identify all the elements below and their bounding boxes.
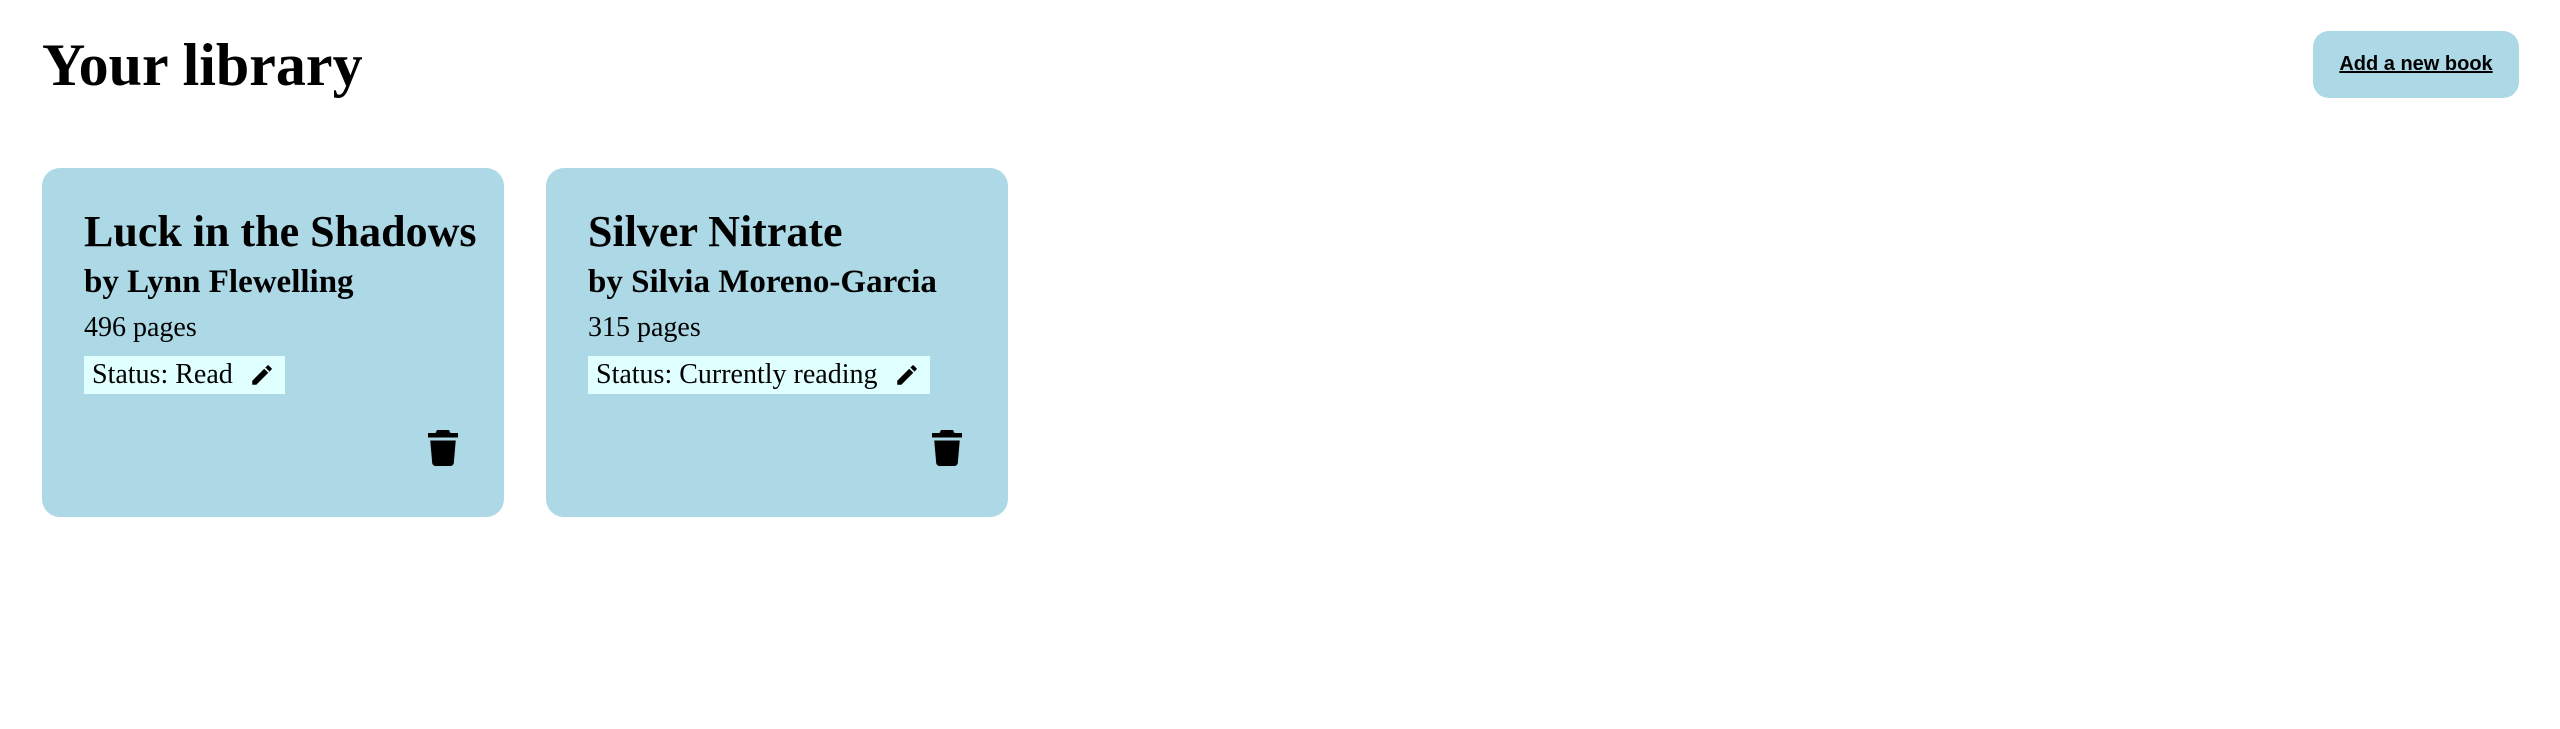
- pencil-icon[interactable]: [249, 362, 275, 388]
- book-author: by Silvia Moreno-Garcia: [588, 264, 937, 300]
- status-toggle[interactable]: Status: Currently reading: [588, 356, 930, 394]
- page-title: Your library: [42, 32, 363, 98]
- book-pages: 496 pages: [84, 312, 197, 343]
- trash-icon[interactable]: [428, 430, 458, 466]
- book-pages: 315 pages: [588, 312, 701, 343]
- book-title: Luck in the Shadows: [84, 207, 477, 256]
- status-toggle[interactable]: Status: Read: [84, 356, 285, 394]
- book-title: Silver Nitrate: [588, 207, 843, 256]
- trash-icon[interactable]: [932, 430, 962, 466]
- book-author: by Lynn Flewelling: [84, 264, 354, 300]
- add-new-book-button[interactable]: Add a new book: [2313, 31, 2519, 98]
- status-label: Status: Currently reading: [596, 359, 878, 390]
- book-card: Silver Nitrate by Silvia Moreno-Garcia 3…: [546, 168, 1008, 517]
- pencil-icon[interactable]: [894, 362, 920, 388]
- book-card: Luck in the Shadows by Lynn Flewelling 4…: [42, 168, 504, 517]
- status-label: Status: Read: [92, 359, 233, 390]
- book-list: Luck in the Shadows by Lynn Flewelling 4…: [42, 168, 1008, 517]
